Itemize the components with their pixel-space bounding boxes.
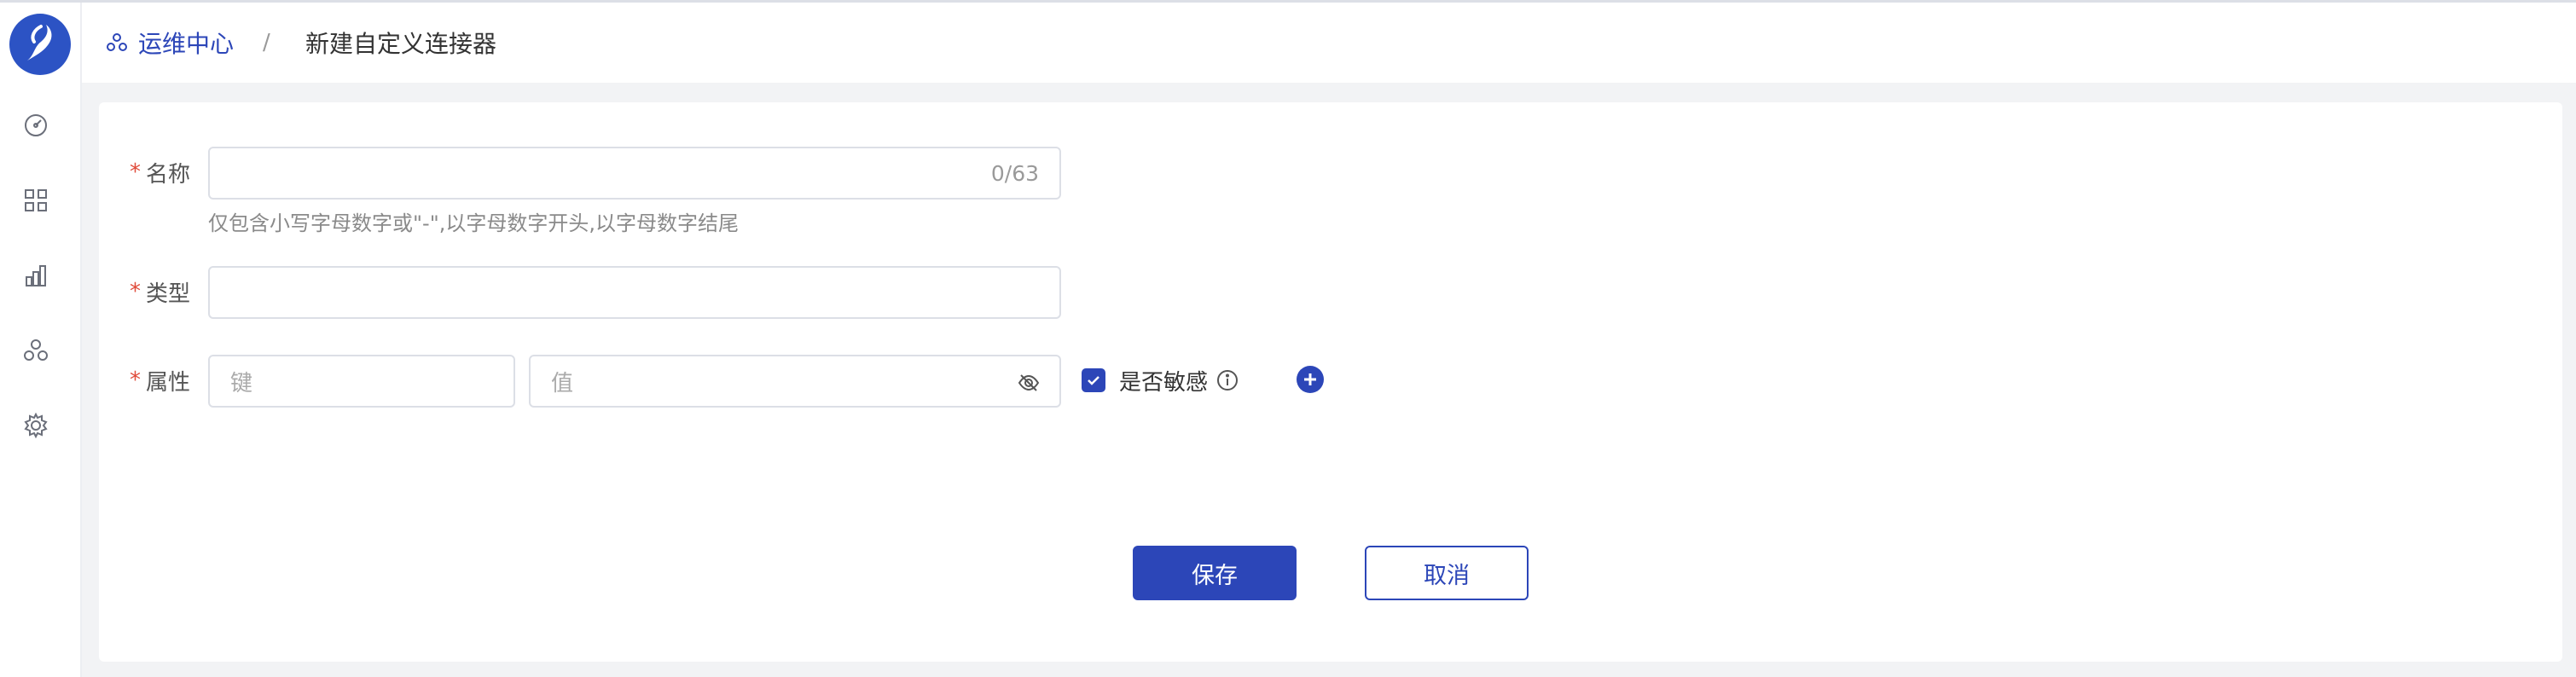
breadcrumb-separator: / — [263, 30, 270, 55]
name-input[interactable]: 0/63 — [208, 147, 1061, 200]
dashboard-icon[interactable] — [19, 108, 53, 142]
property-key-input[interactable]: 键 — [208, 355, 515, 408]
cluster-icon[interactable] — [19, 333, 53, 367]
cluster-icon — [107, 33, 127, 51]
grid-icon[interactable] — [19, 183, 53, 217]
breadcrumb-current: 新建自定义连接器 — [305, 30, 497, 58]
props-label: * 属性 — [130, 367, 191, 396]
cancel-button[interactable]: 取消 — [1365, 546, 1529, 600]
breadcrumb-home-label: 运维中心 — [138, 30, 235, 58]
save-button[interactable]: 保存 — [1133, 546, 1297, 600]
form-card: * 名称 0/63 仅包含小写字母数字或"-",以字母数字开头,以字母数字结尾 … — [99, 102, 2562, 662]
add-property-button[interactable] — [1297, 366, 1324, 393]
sensitive-label: 是否敏感 — [1119, 369, 1209, 396]
header: 运维中心 / 新建自定义连接器 — [82, 3, 2576, 83]
eye-off-icon[interactable] — [1017, 371, 1041, 395]
plus-icon — [1304, 373, 1316, 385]
name-hint: 仅包含小写字母数字或"-",以字母数字开头,以字母数字结尾 — [208, 211, 739, 235]
breadcrumb-home[interactable]: 运维中心 — [106, 3, 234, 83]
property-value-input[interactable]: 值 — [529, 355, 1061, 408]
info-icon[interactable] — [1216, 369, 1239, 391]
type-label: * 类型 — [130, 279, 191, 307]
name-label: * 名称 — [130, 159, 191, 188]
type-select[interactable] — [208, 266, 1061, 319]
app-logo[interactable] — [9, 13, 72, 76]
bar-chart-icon[interactable] — [19, 258, 53, 292]
gear-icon[interactable] — [19, 408, 53, 443]
check-icon — [1088, 376, 1099, 385]
sensitive-checkbox[interactable] — [1082, 368, 1105, 392]
sidebar — [0, 3, 82, 677]
name-counter: 0/63 — [990, 160, 1039, 186]
